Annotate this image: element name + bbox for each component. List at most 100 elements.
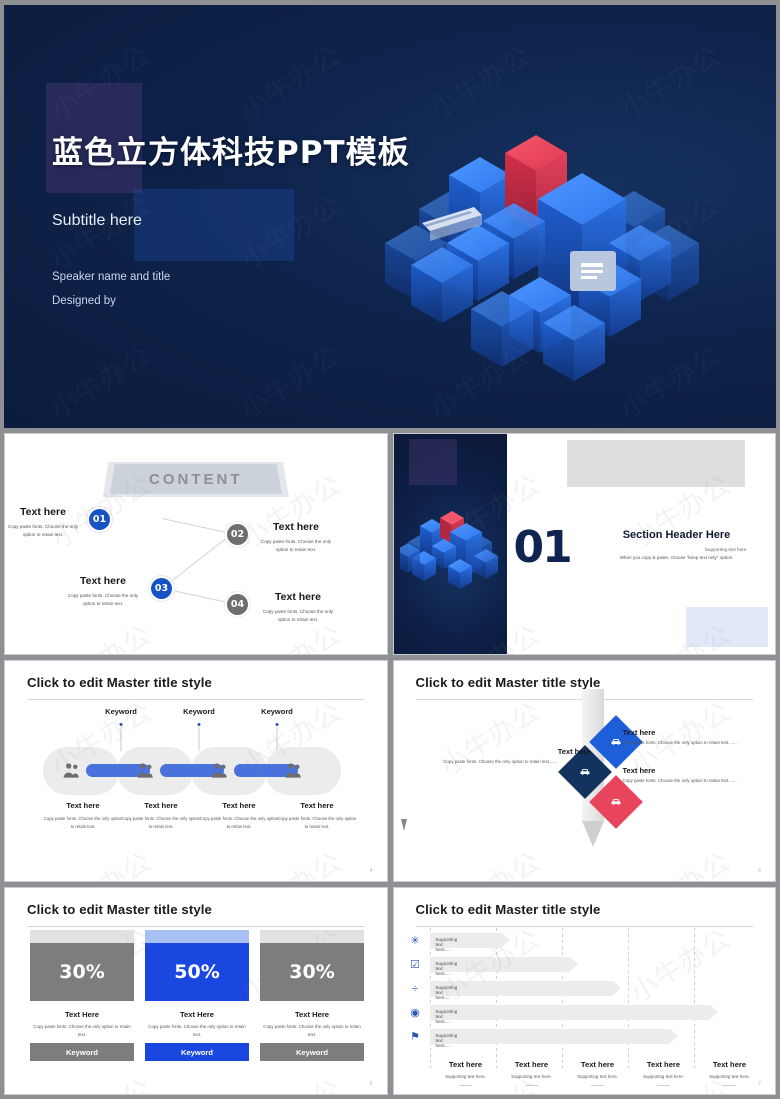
cell-body-2: Copy paste fonts. Choose the only option… bbox=[121, 816, 201, 829]
column-divider bbox=[591, 1085, 604, 1086]
column-sub-2: Supporting text here. bbox=[511, 1074, 552, 1079]
arrow-row-text-4: Supporting text here..... bbox=[435, 1009, 458, 1024]
section-number: 01 bbox=[513, 522, 573, 573]
card-cap bbox=[145, 930, 249, 943]
asterisk-icon: ✳ bbox=[410, 935, 420, 947]
item-title: Text here bbox=[273, 521, 319, 533]
people-icon bbox=[63, 763, 79, 778]
title-divider bbox=[27, 699, 365, 700]
bottom-column-3: Text here Supporting text here. bbox=[562, 1060, 634, 1086]
percent-card-2[interactable]: 50% Text Here Copy paste fonts. Choose t… bbox=[145, 930, 249, 1049]
cell-body-1: Copy paste fonts. Choose the only option… bbox=[43, 816, 123, 829]
percent-cards-slide[interactable]: Click to edit Master title style 30% Tex… bbox=[4, 887, 388, 1095]
pencil-diagram-slide[interactable]: Click to edit Master title style Text he… bbox=[392, 660, 776, 882]
cell-title-4: Text here bbox=[300, 801, 334, 810]
section-note: When you copy & paste, choose "keep text… bbox=[619, 555, 734, 560]
content-badge-03[interactable]: 03 bbox=[151, 578, 172, 599]
watermark-text: 小牛办公 bbox=[359, 416, 600, 428]
decorative-purple-square bbox=[408, 439, 457, 485]
item-title: Text here bbox=[20, 506, 66, 518]
title-divider bbox=[27, 926, 365, 927]
item-body: Copy paste fonts. Choose the only option… bbox=[7, 524, 79, 538]
cell-title-1: Text here bbox=[66, 801, 100, 810]
keyword-label-3: Keyword bbox=[261, 707, 293, 716]
percent-card-1[interactable]: 30% Text Here Copy paste fonts. Choose t… bbox=[30, 930, 134, 1049]
column-title-5: Text here bbox=[712, 1060, 747, 1069]
pencil-item-title-3: Text here bbox=[622, 766, 656, 775]
cell-title-3: Text here bbox=[222, 801, 256, 810]
people-icon bbox=[137, 763, 153, 778]
content-badge-02[interactable]: 02 bbox=[227, 524, 248, 545]
keyword-dot-1 bbox=[119, 723, 123, 726]
column-sub-3: Supporting text here. bbox=[577, 1074, 618, 1079]
column-sub-4: Supporting text here. bbox=[643, 1074, 684, 1079]
watermark-text: 小牛办公 bbox=[549, 416, 776, 428]
content-badge-01[interactable]: 01 bbox=[89, 509, 110, 530]
people-icon bbox=[285, 763, 301, 778]
arrow-bar bbox=[429, 1029, 678, 1044]
card-body-1: Copy paste fonts. Choose the only option… bbox=[33, 1024, 131, 1038]
badge-number: 01 bbox=[89, 509, 110, 530]
arrow-list-slide[interactable]: Click to edit Master title style ✳ Suppo… bbox=[392, 887, 776, 1095]
section-title: Section Header Here bbox=[622, 529, 731, 541]
cell-body-4: Copy paste fonts. Choose the only option… bbox=[277, 816, 357, 829]
title-divider bbox=[415, 926, 753, 927]
bottom-column-5: Text here Supporting text here. bbox=[694, 1060, 766, 1086]
arrow-row-text-1: Supporting text here..... bbox=[435, 937, 458, 952]
keyword-dot-2 bbox=[197, 723, 201, 726]
car-icon bbox=[580, 768, 589, 775]
percent-card-3[interactable]: 30% Text Here Copy paste fonts. Choose t… bbox=[260, 930, 364, 1049]
divide-icon: ÷ bbox=[411, 982, 419, 995]
floating-document-card bbox=[570, 251, 616, 291]
percent-value-3: 30% bbox=[260, 943, 364, 1001]
chain-timeline-slide[interactable]: Click to edit Master title style Keyword… bbox=[4, 660, 388, 882]
page-title: 蓝色立方体科技PPT模板 bbox=[52, 135, 410, 171]
car-icon bbox=[611, 798, 620, 805]
subtitle: Subtitle here bbox=[52, 212, 142, 230]
section-left-panel bbox=[393, 434, 507, 654]
watermark-text: 小牛办公 bbox=[169, 416, 410, 428]
grid-line bbox=[693, 928, 695, 1068]
page-number: 7 bbox=[758, 1081, 761, 1087]
isometric-cube-illustration bbox=[385, 83, 702, 383]
flag-icon: ⚑ bbox=[410, 1031, 420, 1043]
keyword-button-2[interactable]: Keyword bbox=[145, 1043, 249, 1061]
column-title-1: Text here bbox=[448, 1060, 483, 1069]
column-sub-1: Supporting text here. bbox=[445, 1074, 486, 1079]
cell-body-3: Copy paste fonts. Choose the only option… bbox=[199, 816, 279, 829]
speaker-name: Speaker name and title bbox=[52, 271, 171, 284]
percent-value-2: 50% bbox=[145, 943, 249, 1001]
arrow-row-text-2: Supporting text here..... bbox=[435, 961, 458, 976]
page-title: Click to edit Master title style bbox=[27, 902, 212, 917]
keyword-button-1[interactable]: Keyword bbox=[30, 1043, 134, 1061]
badge-number: 03 bbox=[151, 578, 172, 599]
page-number: 6 bbox=[369, 1081, 373, 1087]
decorative-gray-block bbox=[566, 440, 745, 487]
content-slide[interactable]: CONTENT 01 Text here Copy paste fonts. C… bbox=[4, 433, 388, 655]
column-sub-5: Supporting text here. bbox=[709, 1074, 750, 1079]
title-slide[interactable]: 蓝色立方体科技PPT模板 Subtitle here Speaker name … bbox=[4, 5, 776, 428]
people-icon bbox=[211, 763, 227, 778]
column-divider bbox=[459, 1085, 472, 1086]
section-supporting-text: Supporting text here. bbox=[704, 547, 748, 552]
content-item-01: Text here Copy paste fonts. Choose the o… bbox=[5, 506, 85, 539]
keyword-button-3[interactable]: Keyword bbox=[260, 1043, 364, 1061]
section-header-slide[interactable]: 01 Section Header Here Supporting text h… bbox=[392, 433, 776, 655]
page-title: Click to edit Master title style bbox=[27, 675, 212, 690]
decorative-lavender-block bbox=[685, 607, 768, 647]
bottom-column-1: Text here Supporting text here. bbox=[430, 1060, 502, 1086]
grid-line bbox=[627, 928, 629, 1068]
keyword-label-2: Keyword bbox=[183, 707, 215, 716]
mini-cube-illustration bbox=[395, 496, 500, 596]
pencil-tip bbox=[581, 821, 604, 847]
cell-title-2: Text here bbox=[144, 801, 178, 810]
column-title-4: Text here bbox=[646, 1060, 681, 1069]
content-badge-04[interactable]: 04 bbox=[227, 594, 248, 615]
item-body: Copy paste fonts. Choose the only option… bbox=[67, 593, 139, 607]
page-number: 4 bbox=[369, 868, 373, 874]
arrow-bar bbox=[429, 1005, 718, 1020]
card-body-3: Copy paste fonts. Choose the only option… bbox=[263, 1024, 361, 1038]
badge-number: 02 bbox=[227, 524, 248, 545]
page-title: Click to edit Master title style bbox=[415, 675, 601, 690]
card-title-1: Text Here bbox=[64, 1010, 100, 1019]
